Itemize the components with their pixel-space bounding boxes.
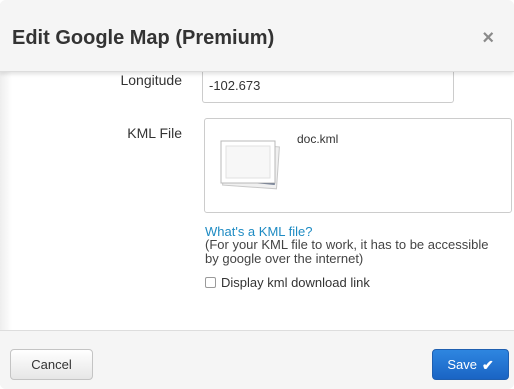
close-button[interactable]: × — [482, 28, 494, 48]
display-download-option[interactable]: Display kml download link — [205, 275, 370, 290]
save-button[interactable]: Save ✔ — [432, 349, 509, 380]
document-icon — [220, 140, 280, 190]
display-download-checkbox[interactable] — [205, 277, 216, 288]
longitude-input[interactable] — [202, 68, 454, 103]
dialog-footer: Cancel Save ✔ — [0, 330, 514, 389]
cancel-button[interactable]: Cancel — [10, 349, 93, 380]
save-label: Save — [447, 357, 477, 372]
kml-file-label: KML File — [127, 125, 182, 141]
kml-file-dropzone[interactable]: doc.kml — [204, 118, 512, 213]
longitude-label: Longitude — [120, 72, 182, 88]
display-download-label: Display kml download link — [221, 275, 370, 290]
kml-file-name: doc.kml — [297, 132, 339, 146]
edit-map-dialog: Edit Google Map (Premium) × Longitude KM… — [0, 0, 514, 389]
checkmark-icon: ✔ — [481, 356, 494, 373]
kml-help-note: (For your KML file to work, it has to be… — [205, 237, 489, 266]
dialog-header: Edit Google Map (Premium) × — [0, 0, 514, 72]
dialog-body: Longitude KML File doc.kml What's a KML … — [0, 68, 514, 330]
dialog-title: Edit Google Map (Premium) — [12, 27, 275, 49]
